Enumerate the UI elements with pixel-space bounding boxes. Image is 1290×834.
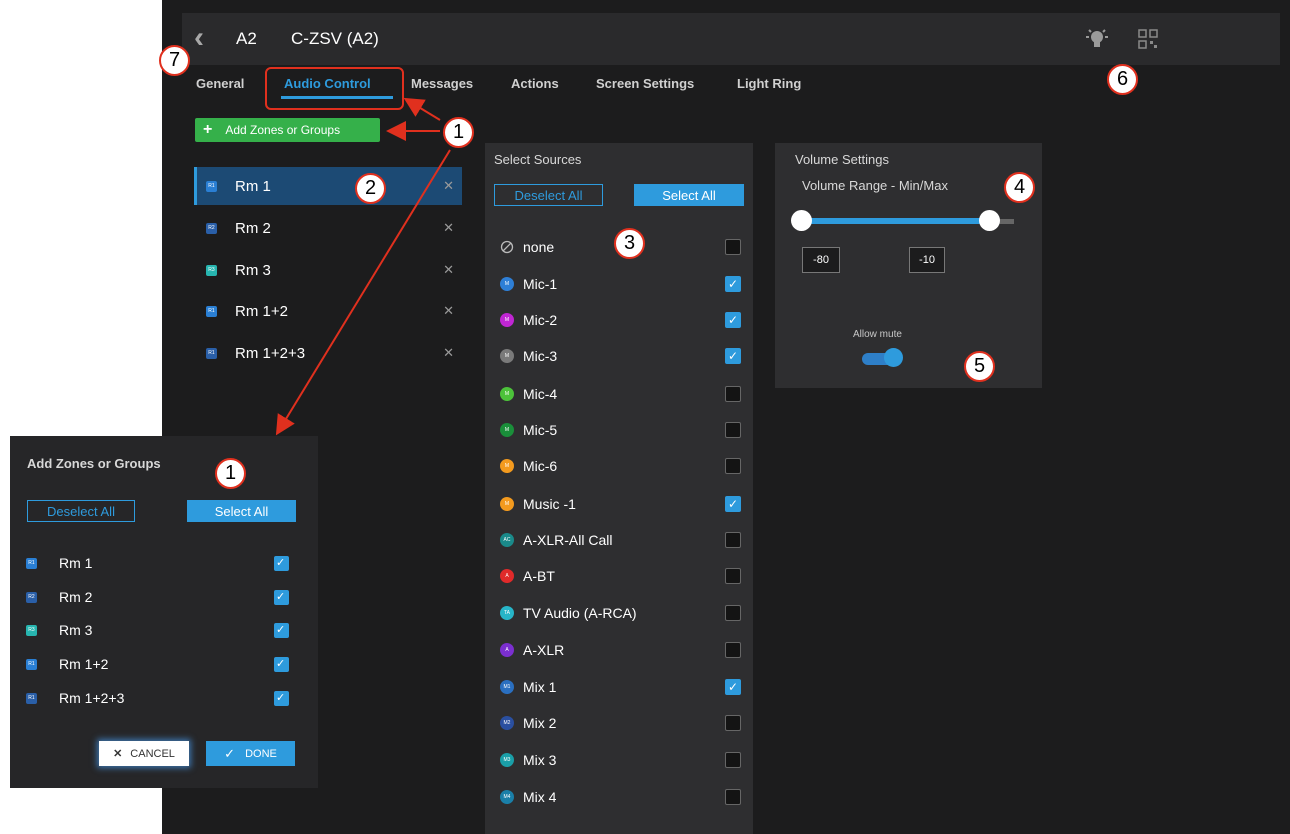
callout-marker: 1 <box>215 458 246 489</box>
arrow-to-tab <box>403 97 441 121</box>
callout-marker: 1 <box>443 117 474 148</box>
callout-marker: 5 <box>964 351 995 382</box>
callout-marker: 3 <box>614 228 645 259</box>
callout-marker: 2 <box>355 173 386 204</box>
annotation-arrows <box>275 97 451 436</box>
callout-marker: 7 <box>159 45 190 76</box>
callout-marker: 4 <box>1004 172 1035 203</box>
callout-marker: 6 <box>1107 64 1138 95</box>
